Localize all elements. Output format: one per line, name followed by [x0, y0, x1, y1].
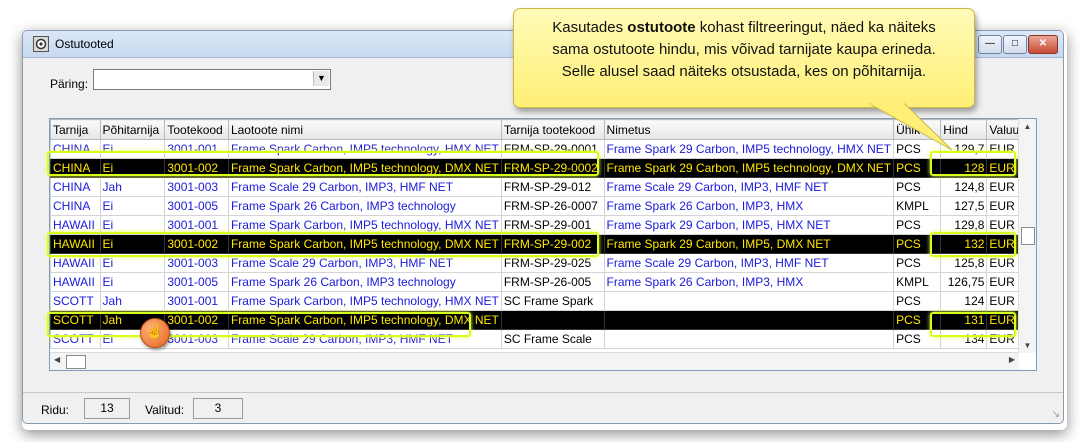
- minimize-icon: —: [985, 38, 995, 49]
- table-cell: Frame Spark 26 Carbon, IMP3 technology: [227, 272, 502, 292]
- column-header[interactable]: Hind: [940, 119, 988, 140]
- table-row[interactable]: HAWAII Ei 3001-005 Frame Spark 26 Carbon, I…: [50, 272, 1036, 292]
- table-cell: SC Frame Scale: [500, 329, 605, 349]
- table-cell: Frame Spark 26 Carbon, IMP3, HMX: [603, 272, 895, 292]
- horizontal-scrollbar[interactable]: ◀ ▶: [50, 352, 1019, 370]
- table-cell: Frame Spark Carbon, IMP5 technology, HMX…: [227, 291, 502, 311]
- table-cell: PCS: [893, 177, 942, 197]
- table-header-row: Tarnija Põhitarnija Tootekood Laotoote nimi…: [50, 119, 1036, 140]
- table-row[interactable]: CHINA Jah 3001-003 Frame Scale 29 Carbon, I…: [50, 177, 1036, 197]
- query-label: Päring:: [50, 77, 89, 91]
- table-cell: [603, 291, 895, 311]
- vertical-scroll-thumb[interactable]: [1021, 227, 1035, 245]
- scroll-left-icon[interactable]: ◀: [54, 355, 60, 364]
- close-button[interactable]: ✕: [1028, 35, 1058, 54]
- column-header[interactable]: Tootekood: [164, 119, 229, 140]
- table-cell: Frame Scale 29 Carbon, IMP3, HMF NET: [603, 253, 895, 273]
- horizontal-scroll-thumb[interactable]: [66, 355, 86, 369]
- window-title: Ostutooted: [55, 37, 114, 51]
- info-callout: Kasutades ostutoote kohast filtreeringut…: [513, 8, 975, 108]
- table-cell: Jah: [99, 291, 166, 311]
- table-cell: FRM-SP-26-0007: [500, 196, 605, 216]
- table-cell: 126,75: [940, 272, 988, 292]
- callout-text: Kasutades ostutoote kohast filtreeringut…: [528, 17, 960, 83]
- rows-count-label: Ridu:: [41, 403, 70, 417]
- callout-line3: Selle alusel saad näiteks otsustada, kes…: [561, 63, 927, 80]
- rows-count-value: 13: [84, 398, 130, 419]
- vertical-scrollbar[interactable]: ▲ ▼: [1018, 119, 1036, 353]
- table-cell: SC Frame Spark: [500, 291, 605, 311]
- column-header[interactable]: Tarnija: [50, 119, 101, 140]
- table-cell: Ei: [99, 272, 166, 292]
- table-cell: [603, 329, 895, 349]
- table-cell: Ei: [99, 196, 166, 216]
- table-cell: CHINA: [50, 196, 101, 216]
- table-cell: Frame Spark 29 Carbon, IMP5, HMX NET: [603, 215, 895, 235]
- table-cell: Frame Spark 29 Carbon, IMP5, DMX NET: [603, 234, 895, 254]
- query-dropdown[interactable]: ▼: [93, 69, 331, 90]
- scroll-up-icon[interactable]: ▲: [1019, 122, 1036, 131]
- table-row[interactable]: SCOTT Jah 3001-001 Frame Spark Carbon, IMP5…: [50, 291, 1036, 311]
- highlight-outline-price-china: [930, 151, 1016, 176]
- table-cell: Frame Scale 29 Carbon, IMP3, HMF NET: [603, 177, 895, 197]
- callout-line1-bold: ostutoote: [627, 19, 696, 36]
- table-cell: 3001-005: [164, 196, 229, 216]
- column-header[interactable]: Nimetus: [603, 119, 895, 140]
- table-cell: 124,8: [940, 177, 988, 197]
- callout-line1-suffix: kohast filtreeringut, näed ka näiteks: [695, 19, 936, 36]
- maximize-icon: □: [1011, 38, 1019, 49]
- highlight-outline-row-scott: [47, 312, 471, 337]
- table-row[interactable]: CHINA Ei 3001-005 Frame Spark 26 Carbon, IM…: [50, 196, 1036, 216]
- table-cell: CHINA: [50, 177, 101, 197]
- highlight-outline-row-hawaii: [47, 232, 599, 257]
- table-cell: 3001-003: [164, 177, 229, 197]
- table-cell: 124: [940, 291, 988, 311]
- table-cell: Frame Spark 29 Carbon, IMP5 technology, …: [603, 158, 895, 178]
- table-cell: HAWAII: [50, 272, 101, 292]
- close-icon: ✕: [1038, 38, 1048, 49]
- status-bar: Ridu: 13 Valitud: 3 ↘: [23, 392, 1063, 423]
- highlight-outline-price-hawaii: [930, 232, 1016, 257]
- callout-line1-prefix: Kasutades: [552, 19, 628, 36]
- minimize-button[interactable]: —: [978, 35, 1002, 54]
- selected-count-value: 3: [193, 398, 243, 419]
- column-header[interactable]: Laotoote nimi: [227, 119, 502, 140]
- maximize-button[interactable]: □: [1003, 35, 1027, 54]
- chevron-down-icon[interactable]: ▼: [313, 71, 329, 86]
- callout-line2: sama ostutoote hindu, mis võivad tarnija…: [552, 41, 936, 58]
- table-cell: 3001-001: [164, 291, 229, 311]
- table-cell: Frame Spark 26 Carbon, IMP3 technology: [227, 196, 502, 216]
- highlight-outline-row-china: [47, 151, 599, 176]
- table-cell: Frame Spark 29 Carbon, IMP5 technology, …: [603, 139, 895, 159]
- table-cell: KMPL: [893, 196, 942, 216]
- table-cell: 3001-005: [164, 272, 229, 292]
- table-cell: [500, 310, 605, 330]
- highlight-outline-price-scott: [930, 312, 1016, 337]
- column-header[interactable]: Põhitarnija: [99, 119, 166, 140]
- table-cell: Frame Spark 26 Carbon, IMP3, HMX: [603, 196, 895, 216]
- app-gear-icon: [33, 36, 49, 52]
- table-cell: Frame Scale 29 Carbon, IMP3, HMF NET: [227, 177, 502, 197]
- table-cell: 127,5: [940, 196, 988, 216]
- hand-cursor-icon: ☝: [140, 318, 170, 348]
- table-cell: PCS: [893, 291, 942, 311]
- column-header[interactable]: Tarnija tootekood: [500, 119, 605, 140]
- scroll-down-icon[interactable]: ▼: [1019, 341, 1036, 350]
- scroll-right-icon[interactable]: ▶: [1009, 355, 1015, 364]
- column-header[interactable]: Ühik: [893, 119, 942, 140]
- table-cell: KMPL: [893, 272, 942, 292]
- table-cell: FRM-SP-26-005: [500, 272, 605, 292]
- resize-grip-icon[interactable]: ↘: [1052, 409, 1060, 420]
- table-cell: FRM-SP-29-012: [500, 177, 605, 197]
- table-cell: Jah: [99, 177, 166, 197]
- table-cell: SCOTT: [50, 291, 101, 311]
- selected-count-label: Valitud:: [145, 403, 185, 417]
- table-cell: [603, 310, 895, 330]
